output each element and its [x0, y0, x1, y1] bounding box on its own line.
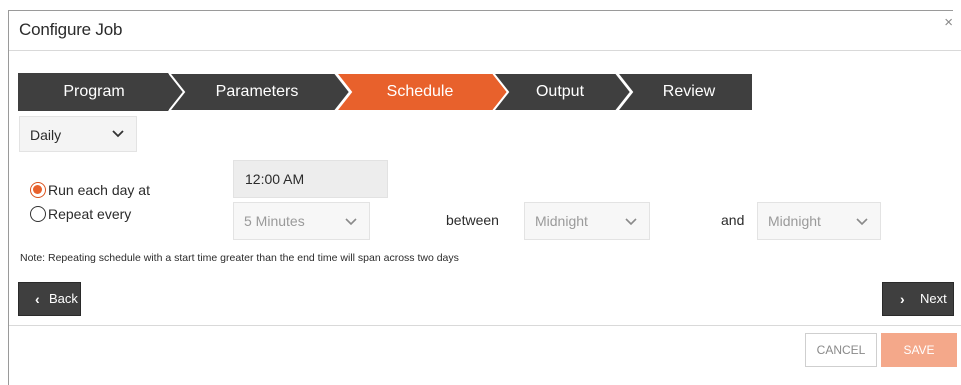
back-button[interactable]: ‹ Back — [18, 282, 81, 316]
back-button-label: Back — [49, 291, 78, 306]
chevron-right-icon: › — [900, 291, 905, 307]
cancel-button[interactable]: CANCEL — [805, 333, 877, 367]
wizard-step-program[interactable]: Program — [18, 73, 183, 111]
between-start-select[interactable]: Midnight — [524, 202, 650, 240]
between-start-value: Midnight — [535, 213, 588, 229]
between-end-value: Midnight — [768, 213, 821, 229]
wizard-step-schedule[interactable]: Schedule — [336, 73, 508, 111]
next-button-label: Next — [920, 291, 947, 306]
chevron-left-icon: ‹ — [35, 291, 40, 307]
between-end-select[interactable]: Midnight — [757, 202, 881, 240]
wizard-step-output[interactable]: Output — [493, 73, 631, 111]
footer-divider — [9, 325, 961, 326]
run-each-day-radio[interactable] — [30, 182, 46, 198]
wizard-step-review[interactable]: Review — [617, 73, 753, 111]
and-label: and — [721, 212, 745, 228]
repeat-interval-value: 5 Minutes — [244, 213, 305, 229]
repeat-every-radio[interactable] — [30, 206, 46, 222]
run-each-day-label: Run each day at — [48, 182, 150, 198]
wizard-step-label: Parameters — [215, 83, 299, 100]
wizard-step-label: Review — [662, 83, 716, 100]
repeat-interval-select[interactable]: 5 Minutes — [233, 202, 370, 240]
dialog-left-border — [8, 10, 9, 385]
wizard-steps: Program Parameters Schedule Output Revie — [18, 73, 753, 111]
save-button[interactable]: SAVE — [881, 333, 957, 367]
repeat-every-option[interactable]: Repeat every — [30, 204, 131, 224]
wizard-step-label: Output — [535, 83, 585, 100]
run-each-day-option[interactable]: Run each day at — [30, 180, 150, 200]
wizard-step-label: Schedule — [386, 83, 454, 100]
repeat-every-label: Repeat every — [48, 206, 132, 222]
frequency-select-value: Daily — [30, 127, 62, 143]
close-icon[interactable]: × — [944, 15, 953, 31]
run-time-input[interactable]: 12:00 AM — [233, 160, 388, 198]
dialog-header: Configure Job × — [9, 11, 961, 51]
schedule-note: Note: Repeating schedule with a start ti… — [20, 252, 459, 264]
frequency-select[interactable]: Daily — [19, 116, 137, 152]
chevron-down-icon — [112, 130, 124, 138]
chevron-down-icon — [856, 218, 868, 226]
chevron-down-icon — [625, 218, 637, 226]
chevron-down-icon — [345, 218, 357, 226]
wizard-step-parameters[interactable]: Parameters — [169, 73, 350, 111]
next-button[interactable]: › Next — [882, 282, 954, 316]
dialog-title: Configure Job — [19, 20, 123, 39]
header-divider — [9, 50, 961, 51]
configure-job-dialog: Configure Job × Program Parameters Sched… — [0, 0, 961, 385]
between-label: between — [446, 212, 499, 228]
wizard-step-label: Program — [63, 83, 125, 100]
